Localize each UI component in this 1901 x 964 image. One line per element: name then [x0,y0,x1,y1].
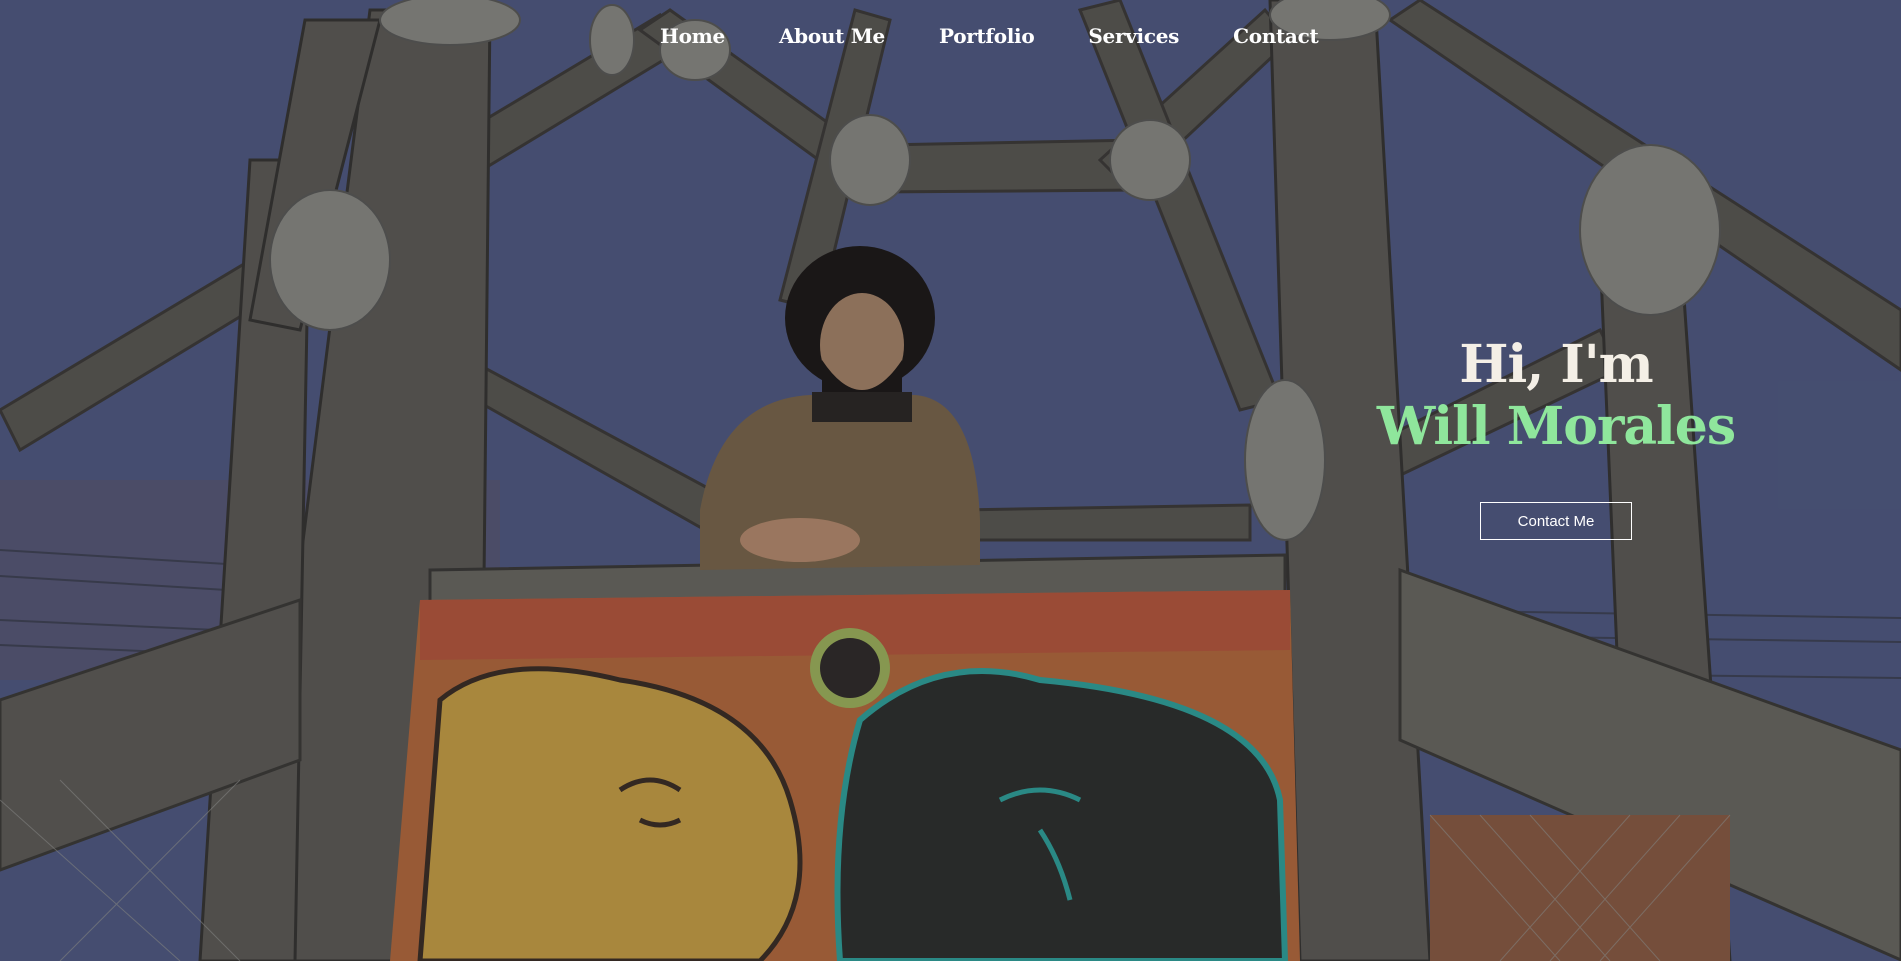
nav-link-services[interactable]: Services [1088,22,1179,50]
nav-link-contact[interactable]: Contact [1233,22,1319,50]
main-navigation: Home About Me Portfolio Services Contact [660,22,1372,50]
nav-link-portfolio[interactable]: Portfolio [939,22,1035,50]
nav-link-home[interactable]: Home [660,22,725,50]
hero-heading: Hi, I'm Will Morales [1356,334,1756,458]
nav-link-about-me[interactable]: About Me [779,22,885,50]
hero-name: Will Morales [1376,396,1736,457]
contact-me-button[interactable]: Contact Me [1480,502,1632,540]
hero-section: Home About Me Portfolio Services Contact… [0,0,1901,961]
hero-dark-overlay [0,0,1901,961]
hero-greeting: Hi, I'm [1459,334,1653,395]
